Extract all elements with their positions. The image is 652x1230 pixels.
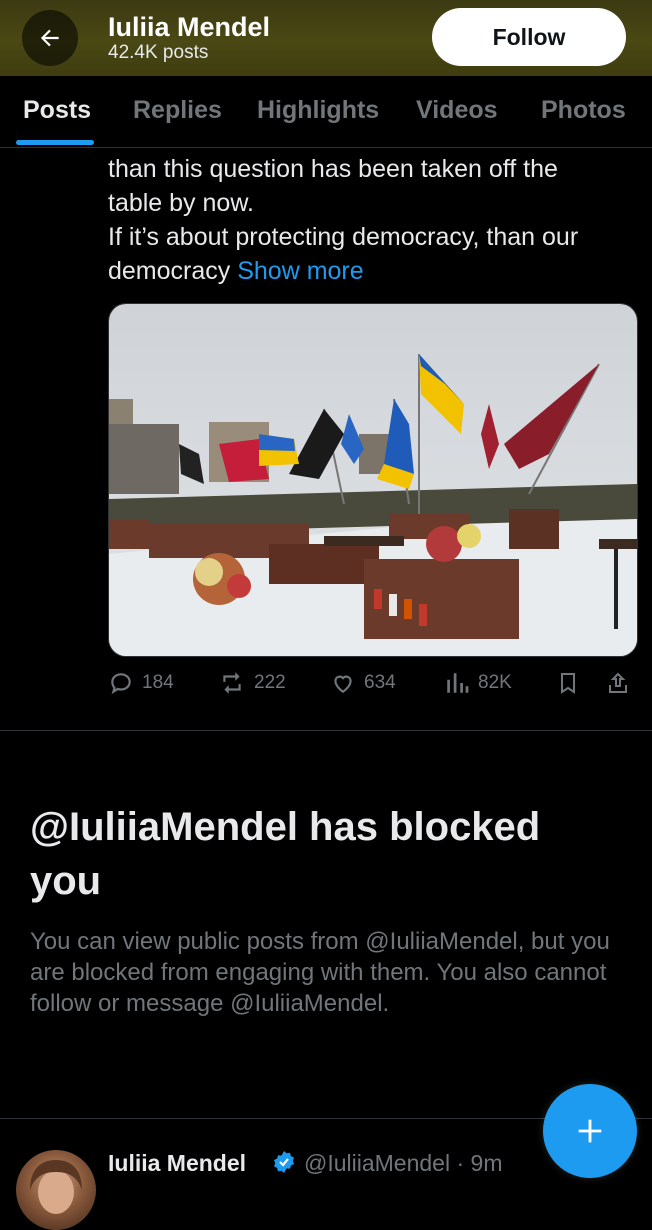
tweet-photo[interactable] xyxy=(108,303,638,657)
reply-button[interactable]: 184 xyxy=(108,670,174,696)
tab-replies[interactable]: Replies xyxy=(133,96,222,125)
bookmark-icon xyxy=(561,673,575,694)
share-icon xyxy=(609,672,627,693)
section-divider xyxy=(0,730,652,731)
like-button[interactable]: 634 xyxy=(330,670,396,696)
follow-button[interactable]: Follow xyxy=(432,8,626,66)
active-tab-indicator xyxy=(16,140,94,145)
tweet-line: democracy Show more xyxy=(108,254,638,288)
compose-button[interactable] xyxy=(543,1084,637,1178)
profile-name: Iuliia Mendel xyxy=(108,12,271,42)
author-name[interactable]: Iuliia Mendel xyxy=(108,1150,246,1177)
tweet-line-prefix: democracy xyxy=(108,257,238,285)
verified-badge-icon xyxy=(274,1151,294,1173)
share-button[interactable] xyxy=(606,670,630,696)
author-handle-time: @IuliiaMendel · 9m xyxy=(304,1150,503,1176)
profile-header: Iuliia Mendel 42.4K posts Follow xyxy=(0,0,652,76)
avatar-photo xyxy=(30,1160,82,1214)
reply-icon xyxy=(111,673,131,695)
repost-count: 222 xyxy=(254,672,286,693)
reply-count: 184 xyxy=(142,672,174,693)
repost-button[interactable]: 222 xyxy=(218,670,286,696)
views-button[interactable]: 82K xyxy=(444,670,512,696)
tweet-line: table by now. xyxy=(108,189,254,217)
plus-icon xyxy=(578,1119,602,1143)
tweet-line: than this question has been taken off th… xyxy=(108,155,558,183)
like-count: 634 xyxy=(364,672,396,693)
tab-highlights[interactable]: Highlights xyxy=(257,96,379,125)
views-count: 82K xyxy=(478,672,512,693)
tabs-divider xyxy=(0,147,652,148)
photo-cemetery-flags xyxy=(109,304,637,656)
tweet-line: If it’s about protecting democracy, than… xyxy=(108,223,579,251)
arrow-left-icon xyxy=(40,29,59,47)
back-button[interactable] xyxy=(22,10,78,66)
heart-icon xyxy=(334,675,352,693)
views-chart-icon xyxy=(447,673,469,693)
blocked-title: @IuliiaMendel has blocked you xyxy=(30,805,541,903)
avatar[interactable] xyxy=(16,1150,96,1230)
tab-photos[interactable]: Photos xyxy=(541,96,626,125)
profile-tabs: Posts Replies Highlights Videos Photos xyxy=(0,76,652,148)
show-more-link[interactable]: Show more xyxy=(237,257,363,285)
next-tweet-peek xyxy=(108,1186,628,1200)
posts-count: 42.4K posts xyxy=(108,42,209,63)
blocked-message: You can view public posts from @IuliiaMe… xyxy=(30,928,610,1017)
tab-videos[interactable]: Videos xyxy=(416,96,498,125)
profile-title-block: Iuliia Mendel 42.4K posts xyxy=(108,12,270,64)
tab-posts[interactable]: Posts xyxy=(23,96,91,125)
bookmark-button[interactable] xyxy=(556,670,580,696)
tweet-text: than this question has been taken off th… xyxy=(108,152,638,288)
repost-icon xyxy=(223,672,241,694)
tweet-actions: 184 222 634 82K xyxy=(108,670,638,702)
